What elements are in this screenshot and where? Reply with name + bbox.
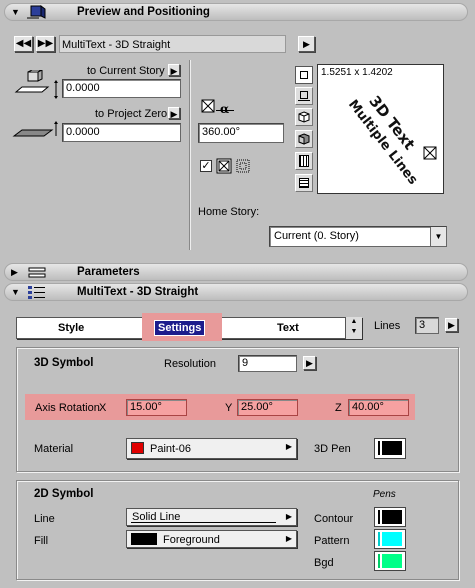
pattern-label: Pattern [314, 535, 350, 547]
parameters-list-icon [28, 267, 46, 278]
current-story-elevation-input[interactable]: 0.0000 [62, 79, 181, 98]
to-current-story-label: to Current Story [87, 65, 165, 77]
x-axis-label: X [99, 402, 107, 414]
bgd-label: Bgd [314, 557, 334, 569]
view-side-button[interactable] [295, 87, 313, 105]
preview-text-drawing: 3D Text Multiple Lines [345, 92, 437, 188]
material-label: Material [34, 443, 74, 455]
multitext-section-title: MultiText - 3D Straight [77, 286, 199, 298]
contour-pen-selector[interactable] [374, 507, 406, 527]
home-story-label: Home Story: [198, 206, 260, 218]
resolution-menu-button[interactable]: ▶ [303, 356, 316, 370]
home-story-value: Current (0. Story) [274, 230, 359, 242]
previous-object-button[interactable]: ◀◀ [14, 36, 33, 52]
collapse-triangle-icon[interactable]: ▼ [11, 287, 20, 297]
view-elevation-button[interactable] [295, 174, 313, 192]
z-rotation-input[interactable]: 40.00° [348, 399, 409, 416]
3d-pen-selector[interactable] [374, 438, 406, 459]
pens-label: Pens [373, 489, 396, 500]
story-elevation-icon [14, 70, 58, 99]
tab-style[interactable]: Style [58, 322, 84, 334]
tab-settings[interactable]: Settings [154, 320, 206, 336]
view-section-button[interactable] [295, 152, 313, 170]
fill-type-value: Foreground [163, 534, 220, 546]
vertical-divider [189, 60, 190, 250]
preview-section-header[interactable]: ▼ Preview and Positioning [4, 3, 468, 21]
popup-arrow-icon: ▶ [285, 534, 292, 543]
view-top-button[interactable] [295, 66, 313, 84]
y-rotation-input[interactable]: 25.00° [237, 399, 298, 416]
object-name-field: MultiText - 3D Straight [59, 35, 286, 53]
multitext-section-header[interactable]: ▼ MultiText - 3D Straight [4, 283, 468, 301]
view-shaded-button[interactable] [295, 130, 313, 148]
project-zero-elevation-input[interactable]: 0.0000 [62, 123, 181, 142]
pattern-pen-selector[interactable] [374, 529, 406, 549]
preview-section-title: Preview and Positioning [77, 6, 210, 18]
to-project-zero-label: to Project Zero [95, 108, 168, 120]
line-sample [131, 522, 276, 523]
symbol-2d-title: 2D Symbol [34, 488, 94, 500]
fill-swatch [131, 533, 157, 545]
fill-label: Fill [34, 535, 49, 547]
material-popup[interactable]: Paint-06 ▶ [126, 438, 297, 459]
x-rotation-input[interactable]: 15.00° [126, 399, 187, 416]
anchor-cross-icon[interactable] [216, 158, 232, 174]
parameters-section-title: Parameters [77, 266, 140, 278]
material-value: Paint-06 [150, 443, 191, 455]
fill-type-popup[interactable]: Foreground ▶ [126, 530, 297, 548]
material-swatch [131, 442, 144, 454]
contour-label: Contour [314, 513, 354, 525]
axis-rotation-label: Axis Rotation [35, 402, 100, 414]
home-story-select[interactable]: Current (0. Story) ▼ [269, 226, 447, 247]
anchor-dotted-icon[interactable] [235, 158, 251, 174]
popup-arrow-icon: ▶ [285, 512, 292, 521]
next-object-button[interactable]: ▶▶ [36, 36, 55, 52]
mirror-checkbox[interactable]: ✓ [200, 160, 212, 172]
expand-triangle-icon[interactable]: ▶ [11, 267, 18, 278]
project-zero-icon [12, 121, 58, 137]
object-menu-button[interactable]: ▶ [298, 36, 315, 52]
view-axonometric-button[interactable] [295, 108, 313, 126]
resolution-input[interactable]: 9 [238, 355, 297, 372]
resolution-label: Resolution [164, 358, 216, 370]
bgd-pen-selector[interactable] [374, 551, 406, 571]
collapse-triangle-icon[interactable]: ▼ [11, 7, 20, 17]
rotation-angle-input[interactable]: 360.00° [198, 123, 284, 143]
3d-pen-label: 3D Pen [314, 443, 351, 455]
multitext-settings-icon [28, 286, 45, 299]
lines-label: Lines [374, 320, 401, 332]
lines-menu-button[interactable]: ▶ [445, 318, 458, 332]
symbol-3d-title: 3D Symbol [34, 357, 94, 369]
z-axis-label: Z [335, 402, 342, 414]
line-label: Line [34, 513, 55, 525]
lines-count-field[interactable]: 3 [415, 317, 439, 334]
preview-cube-icon [27, 5, 46, 19]
preview-window[interactable]: 1.5251 x 1.4202 3D Text Multiple Lines [317, 64, 444, 194]
to-project-zero-button[interactable]: ▶ [168, 107, 180, 119]
line-type-popup[interactable]: Solid Line ▶ [126, 508, 297, 526]
y-axis-label: Y [225, 402, 233, 414]
rotation-angle-icon [201, 99, 215, 113]
parameters-section-header[interactable]: ▶ Parameters [4, 263, 468, 281]
tab-text[interactable]: Text [277, 322, 299, 334]
to-current-story-button[interactable]: ▶ [168, 64, 180, 76]
dropdown-arrow-icon[interactable]: ▼ [430, 227, 446, 246]
tab-scroll-stepper[interactable]: ▲ ▼ [345, 317, 362, 339]
angle-label: α [220, 102, 230, 116]
popup-arrow-icon: ▶ [285, 442, 292, 451]
